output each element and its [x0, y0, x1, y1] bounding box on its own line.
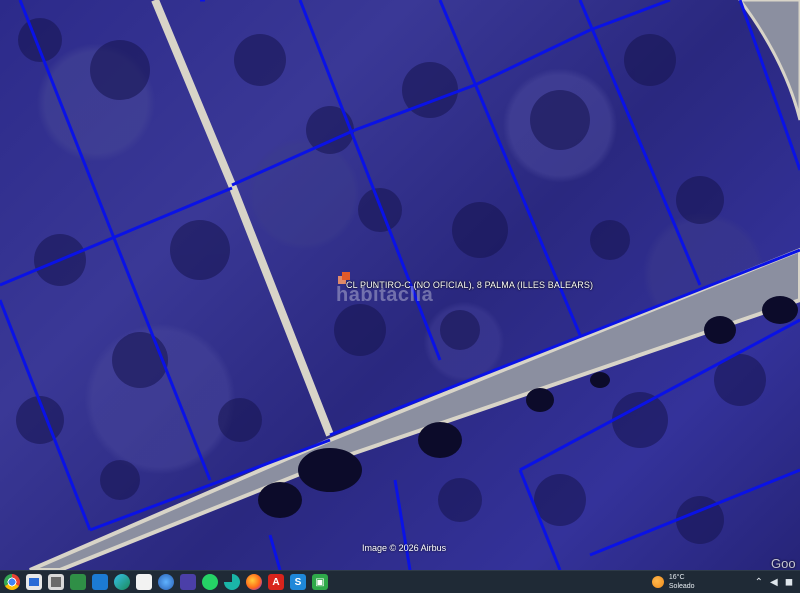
volume-icon[interactable]: ◀ [770, 577, 778, 588]
satellite-map[interactable]: habitaclia CL PUNTIRO-C (NO OFICIAL), 8 … [0, 0, 800, 570]
sun-icon [651, 576, 664, 588]
chevron-up-icon[interactable]: ⌃ [755, 577, 763, 588]
chrome-icon[interactable] [4, 574, 20, 590]
app-icon-7[interactable]: S [290, 574, 306, 590]
app-icon-8[interactable]: ▣ [312, 574, 328, 590]
weather-temperature: 16°C [668, 574, 685, 581]
app-icon-4[interactable] [92, 574, 108, 590]
app-icon-5[interactable] [158, 574, 174, 590]
acrobat-icon[interactable]: A [268, 574, 284, 590]
address-label: CL PUNTIRO-C (NO OFICIAL), 8 PALMA (ILLE… [346, 280, 594, 290]
system-tray: 16°C Soleado ⌃ ◀ ◼ [651, 571, 800, 593]
file-icon[interactable] [136, 574, 152, 590]
weather-condition: Soleado [668, 583, 695, 590]
weather-widget[interactable]: 16°C Soleado [669, 573, 695, 591]
network-icon[interactable]: ◼ [785, 577, 793, 588]
whatsapp-icon[interactable] [202, 574, 218, 590]
app-icon-6[interactable] [224, 574, 240, 590]
app-icon-1[interactable] [26, 574, 42, 590]
taskbar: A S ▣ 16°C Soleado ⌃ ◀ ◼ [0, 570, 800, 593]
app-icon-2[interactable] [48, 574, 64, 590]
imagery-attribution: Image © 2026 Airbus [362, 543, 447, 553]
provider-logo: Goo [771, 556, 796, 570]
firefox-icon[interactable] [246, 574, 262, 590]
app-icon-3[interactable] [70, 574, 86, 590]
edge-icon[interactable] [114, 574, 130, 590]
save-icon[interactable] [180, 574, 196, 590]
